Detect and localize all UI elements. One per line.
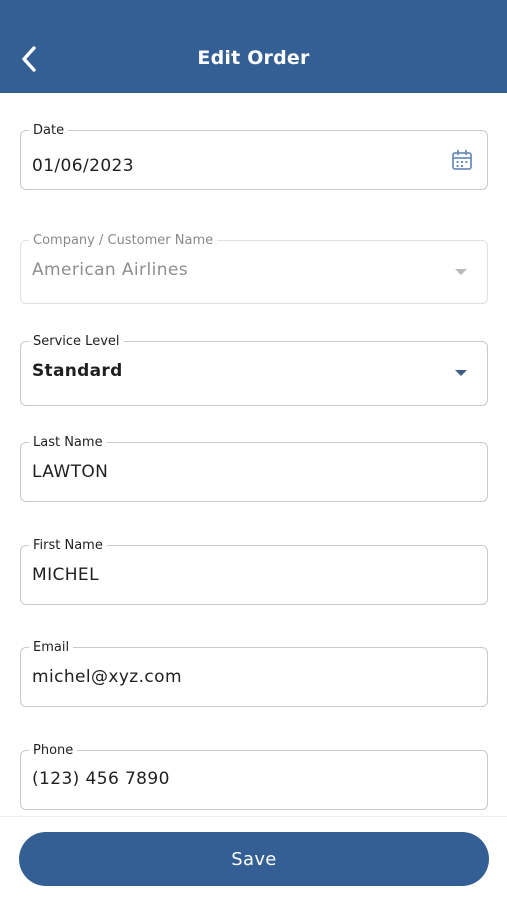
company-label: Company / Customer Name: [29, 233, 218, 249]
service-level-value: Standard: [32, 361, 123, 381]
date-value: 01/06/2023: [32, 156, 134, 176]
last-name-label: Last Name: [29, 435, 107, 451]
phone-value: (123) 456 7890: [32, 769, 170, 789]
last-name-field[interactable]: Last Name LAWTON: [20, 435, 488, 502]
email-field[interactable]: Email michel@xyz.com: [20, 640, 488, 707]
company-value: American Airlines: [32, 260, 188, 280]
first-name-field[interactable]: First Name MICHEL: [20, 538, 488, 605]
phone-field[interactable]: Phone (123) 456 7890: [20, 743, 488, 810]
footer-bar: Save: [0, 816, 507, 900]
phone-label: Phone: [29, 743, 78, 759]
calendar-icon[interactable]: [451, 149, 473, 171]
caret-down-icon: [455, 269, 467, 275]
first-name-value: MICHEL: [32, 565, 99, 585]
first-name-label: First Name: [29, 538, 107, 554]
last-name-value: LAWTON: [32, 462, 109, 482]
service-level-label: Service Level: [29, 334, 124, 350]
email-label: Email: [29, 640, 74, 656]
date-label: Date: [29, 123, 69, 139]
page-title: Edit Order: [197, 47, 310, 69]
company-select: Company / Customer Name American Airline…: [20, 233, 488, 304]
date-field[interactable]: Date 01/06/2023: [20, 123, 488, 190]
caret-down-icon[interactable]: [455, 370, 467, 376]
app-header: Edit Order: [0, 0, 507, 93]
save-button[interactable]: Save: [19, 832, 489, 886]
email-value: michel@xyz.com: [32, 667, 182, 687]
service-level-select[interactable]: Service Level Standard: [20, 334, 488, 406]
